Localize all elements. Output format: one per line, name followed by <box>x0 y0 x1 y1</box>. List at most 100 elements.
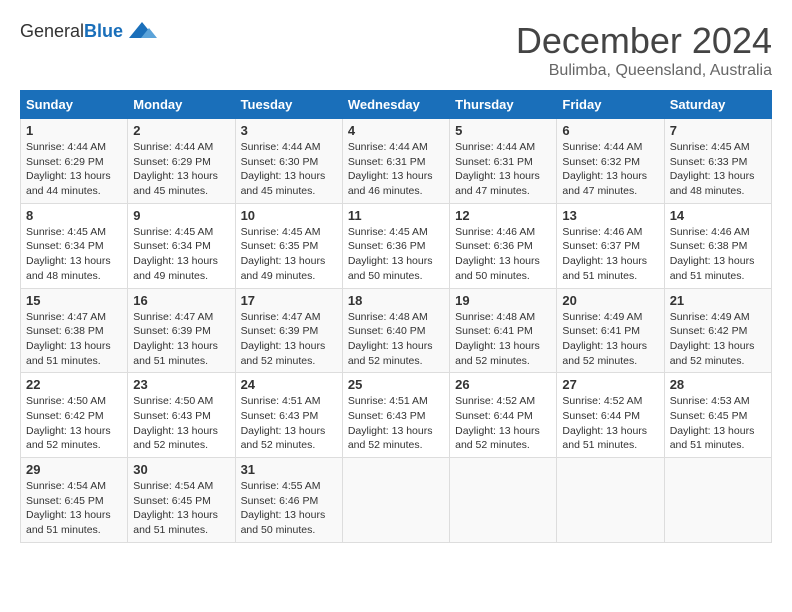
day-info: Sunrise: 4:51 AM Sunset: 6:43 PM Dayligh… <box>241 394 337 453</box>
day-number: 11 <box>348 208 444 223</box>
table-row: 27 Sunrise: 4:52 AM Sunset: 6:44 PM Dayl… <box>557 373 664 458</box>
day-info: Sunrise: 4:46 AM Sunset: 6:36 PM Dayligh… <box>455 225 551 284</box>
table-row: 25 Sunrise: 4:51 AM Sunset: 6:43 PM Dayl… <box>342 373 449 458</box>
table-row: 18 Sunrise: 4:48 AM Sunset: 6:40 PM Dayl… <box>342 288 449 373</box>
table-row: 17 Sunrise: 4:47 AM Sunset: 6:39 PM Dayl… <box>235 288 342 373</box>
day-info: Sunrise: 4:44 AM Sunset: 6:29 PM Dayligh… <box>26 140 122 199</box>
table-row: 26 Sunrise: 4:52 AM Sunset: 6:44 PM Dayl… <box>450 373 557 458</box>
header-friday: Friday <box>557 91 664 119</box>
day-info: Sunrise: 4:55 AM Sunset: 6:46 PM Dayligh… <box>241 479 337 538</box>
header-thursday: Thursday <box>450 91 557 119</box>
day-info: Sunrise: 4:45 AM Sunset: 6:36 PM Dayligh… <box>348 225 444 284</box>
day-number: 16 <box>133 293 229 308</box>
calendar-week-row: 22 Sunrise: 4:50 AM Sunset: 6:42 PM Dayl… <box>21 373 772 458</box>
table-row <box>557 458 664 543</box>
day-info: Sunrise: 4:44 AM Sunset: 6:31 PM Dayligh… <box>348 140 444 199</box>
header-saturday: Saturday <box>664 91 771 119</box>
day-info: Sunrise: 4:47 AM Sunset: 6:39 PM Dayligh… <box>241 310 337 369</box>
table-row <box>664 458 771 543</box>
table-row: 5 Sunrise: 4:44 AM Sunset: 6:31 PM Dayli… <box>450 119 557 204</box>
calendar-week-row: 1 Sunrise: 4:44 AM Sunset: 6:29 PM Dayli… <box>21 119 772 204</box>
day-number: 25 <box>348 377 444 392</box>
table-row: 16 Sunrise: 4:47 AM Sunset: 6:39 PM Dayl… <box>128 288 235 373</box>
day-number: 21 <box>670 293 766 308</box>
table-row: 12 Sunrise: 4:46 AM Sunset: 6:36 PM Dayl… <box>450 203 557 288</box>
day-info: Sunrise: 4:49 AM Sunset: 6:42 PM Dayligh… <box>670 310 766 369</box>
day-info: Sunrise: 4:44 AM Sunset: 6:30 PM Dayligh… <box>241 140 337 199</box>
table-row: 3 Sunrise: 4:44 AM Sunset: 6:30 PM Dayli… <box>235 119 342 204</box>
calendar-week-row: 8 Sunrise: 4:45 AM Sunset: 6:34 PM Dayli… <box>21 203 772 288</box>
day-info: Sunrise: 4:47 AM Sunset: 6:38 PM Dayligh… <box>26 310 122 369</box>
table-row: 9 Sunrise: 4:45 AM Sunset: 6:34 PM Dayli… <box>128 203 235 288</box>
table-row: 22 Sunrise: 4:50 AM Sunset: 6:42 PM Dayl… <box>21 373 128 458</box>
page-header: GeneralBlue December 2024 Bulimba, Queen… <box>20 20 772 80</box>
day-number: 30 <box>133 462 229 477</box>
day-number: 1 <box>26 123 122 138</box>
table-row: 24 Sunrise: 4:51 AM Sunset: 6:43 PM Dayl… <box>235 373 342 458</box>
header-wednesday: Wednesday <box>342 91 449 119</box>
table-row: 11 Sunrise: 4:45 AM Sunset: 6:36 PM Dayl… <box>342 203 449 288</box>
table-row: 13 Sunrise: 4:46 AM Sunset: 6:37 PM Dayl… <box>557 203 664 288</box>
title-area: December 2024 Bulimba, Queensland, Austr… <box>516 20 772 80</box>
logo-text-general: GeneralBlue <box>20 21 123 42</box>
day-number: 6 <box>562 123 658 138</box>
header-sunday: Sunday <box>21 91 128 119</box>
header-tuesday: Tuesday <box>235 91 342 119</box>
day-number: 5 <box>455 123 551 138</box>
calendar-table: Sunday Monday Tuesday Wednesday Thursday… <box>20 90 772 543</box>
table-row: 8 Sunrise: 4:45 AM Sunset: 6:34 PM Dayli… <box>21 203 128 288</box>
table-row: 6 Sunrise: 4:44 AM Sunset: 6:32 PM Dayli… <box>557 119 664 204</box>
weekday-header-row: Sunday Monday Tuesday Wednesday Thursday… <box>21 91 772 119</box>
table-row: 28 Sunrise: 4:53 AM Sunset: 6:45 PM Dayl… <box>664 373 771 458</box>
month-title: December 2024 <box>516 20 772 62</box>
day-info: Sunrise: 4:53 AM Sunset: 6:45 PM Dayligh… <box>670 394 766 453</box>
table-row: 1 Sunrise: 4:44 AM Sunset: 6:29 PM Dayli… <box>21 119 128 204</box>
location-title: Bulimba, Queensland, Australia <box>516 62 772 80</box>
day-info: Sunrise: 4:45 AM Sunset: 6:34 PM Dayligh… <box>133 225 229 284</box>
day-number: 2 <box>133 123 229 138</box>
day-number: 20 <box>562 293 658 308</box>
day-number: 18 <box>348 293 444 308</box>
day-number: 29 <box>26 462 122 477</box>
table-row: 20 Sunrise: 4:49 AM Sunset: 6:41 PM Dayl… <box>557 288 664 373</box>
table-row <box>450 458 557 543</box>
header-monday: Monday <box>128 91 235 119</box>
table-row: 7 Sunrise: 4:45 AM Sunset: 6:33 PM Dayli… <box>664 119 771 204</box>
day-number: 24 <box>241 377 337 392</box>
day-number: 12 <box>455 208 551 223</box>
day-number: 14 <box>670 208 766 223</box>
day-info: Sunrise: 4:46 AM Sunset: 6:37 PM Dayligh… <box>562 225 658 284</box>
table-row: 29 Sunrise: 4:54 AM Sunset: 6:45 PM Dayl… <box>21 458 128 543</box>
day-info: Sunrise: 4:48 AM Sunset: 6:40 PM Dayligh… <box>348 310 444 369</box>
table-row: 14 Sunrise: 4:46 AM Sunset: 6:38 PM Dayl… <box>664 203 771 288</box>
day-info: Sunrise: 4:54 AM Sunset: 6:45 PM Dayligh… <box>133 479 229 538</box>
table-row: 31 Sunrise: 4:55 AM Sunset: 6:46 PM Dayl… <box>235 458 342 543</box>
logo-icon <box>127 20 157 42</box>
day-number: 19 <box>455 293 551 308</box>
table-row: 15 Sunrise: 4:47 AM Sunset: 6:38 PM Dayl… <box>21 288 128 373</box>
day-info: Sunrise: 4:48 AM Sunset: 6:41 PM Dayligh… <box>455 310 551 369</box>
day-number: 26 <box>455 377 551 392</box>
day-info: Sunrise: 4:45 AM Sunset: 6:35 PM Dayligh… <box>241 225 337 284</box>
day-number: 17 <box>241 293 337 308</box>
day-info: Sunrise: 4:54 AM Sunset: 6:45 PM Dayligh… <box>26 479 122 538</box>
day-info: Sunrise: 4:49 AM Sunset: 6:41 PM Dayligh… <box>562 310 658 369</box>
table-row: 2 Sunrise: 4:44 AM Sunset: 6:29 PM Dayli… <box>128 119 235 204</box>
table-row: 30 Sunrise: 4:54 AM Sunset: 6:45 PM Dayl… <box>128 458 235 543</box>
day-number: 7 <box>670 123 766 138</box>
table-row: 19 Sunrise: 4:48 AM Sunset: 6:41 PM Dayl… <box>450 288 557 373</box>
table-row <box>342 458 449 543</box>
day-number: 27 <box>562 377 658 392</box>
table-row: 23 Sunrise: 4:50 AM Sunset: 6:43 PM Dayl… <box>128 373 235 458</box>
day-info: Sunrise: 4:44 AM Sunset: 6:31 PM Dayligh… <box>455 140 551 199</box>
day-info: Sunrise: 4:44 AM Sunset: 6:32 PM Dayligh… <box>562 140 658 199</box>
day-info: Sunrise: 4:51 AM Sunset: 6:43 PM Dayligh… <box>348 394 444 453</box>
day-info: Sunrise: 4:52 AM Sunset: 6:44 PM Dayligh… <box>455 394 551 453</box>
calendar-week-row: 15 Sunrise: 4:47 AM Sunset: 6:38 PM Dayl… <box>21 288 772 373</box>
day-info: Sunrise: 4:52 AM Sunset: 6:44 PM Dayligh… <box>562 394 658 453</box>
day-number: 3 <box>241 123 337 138</box>
day-info: Sunrise: 4:44 AM Sunset: 6:29 PM Dayligh… <box>133 140 229 199</box>
day-number: 28 <box>670 377 766 392</box>
logo: GeneralBlue <box>20 20 157 42</box>
day-info: Sunrise: 4:45 AM Sunset: 6:34 PM Dayligh… <box>26 225 122 284</box>
